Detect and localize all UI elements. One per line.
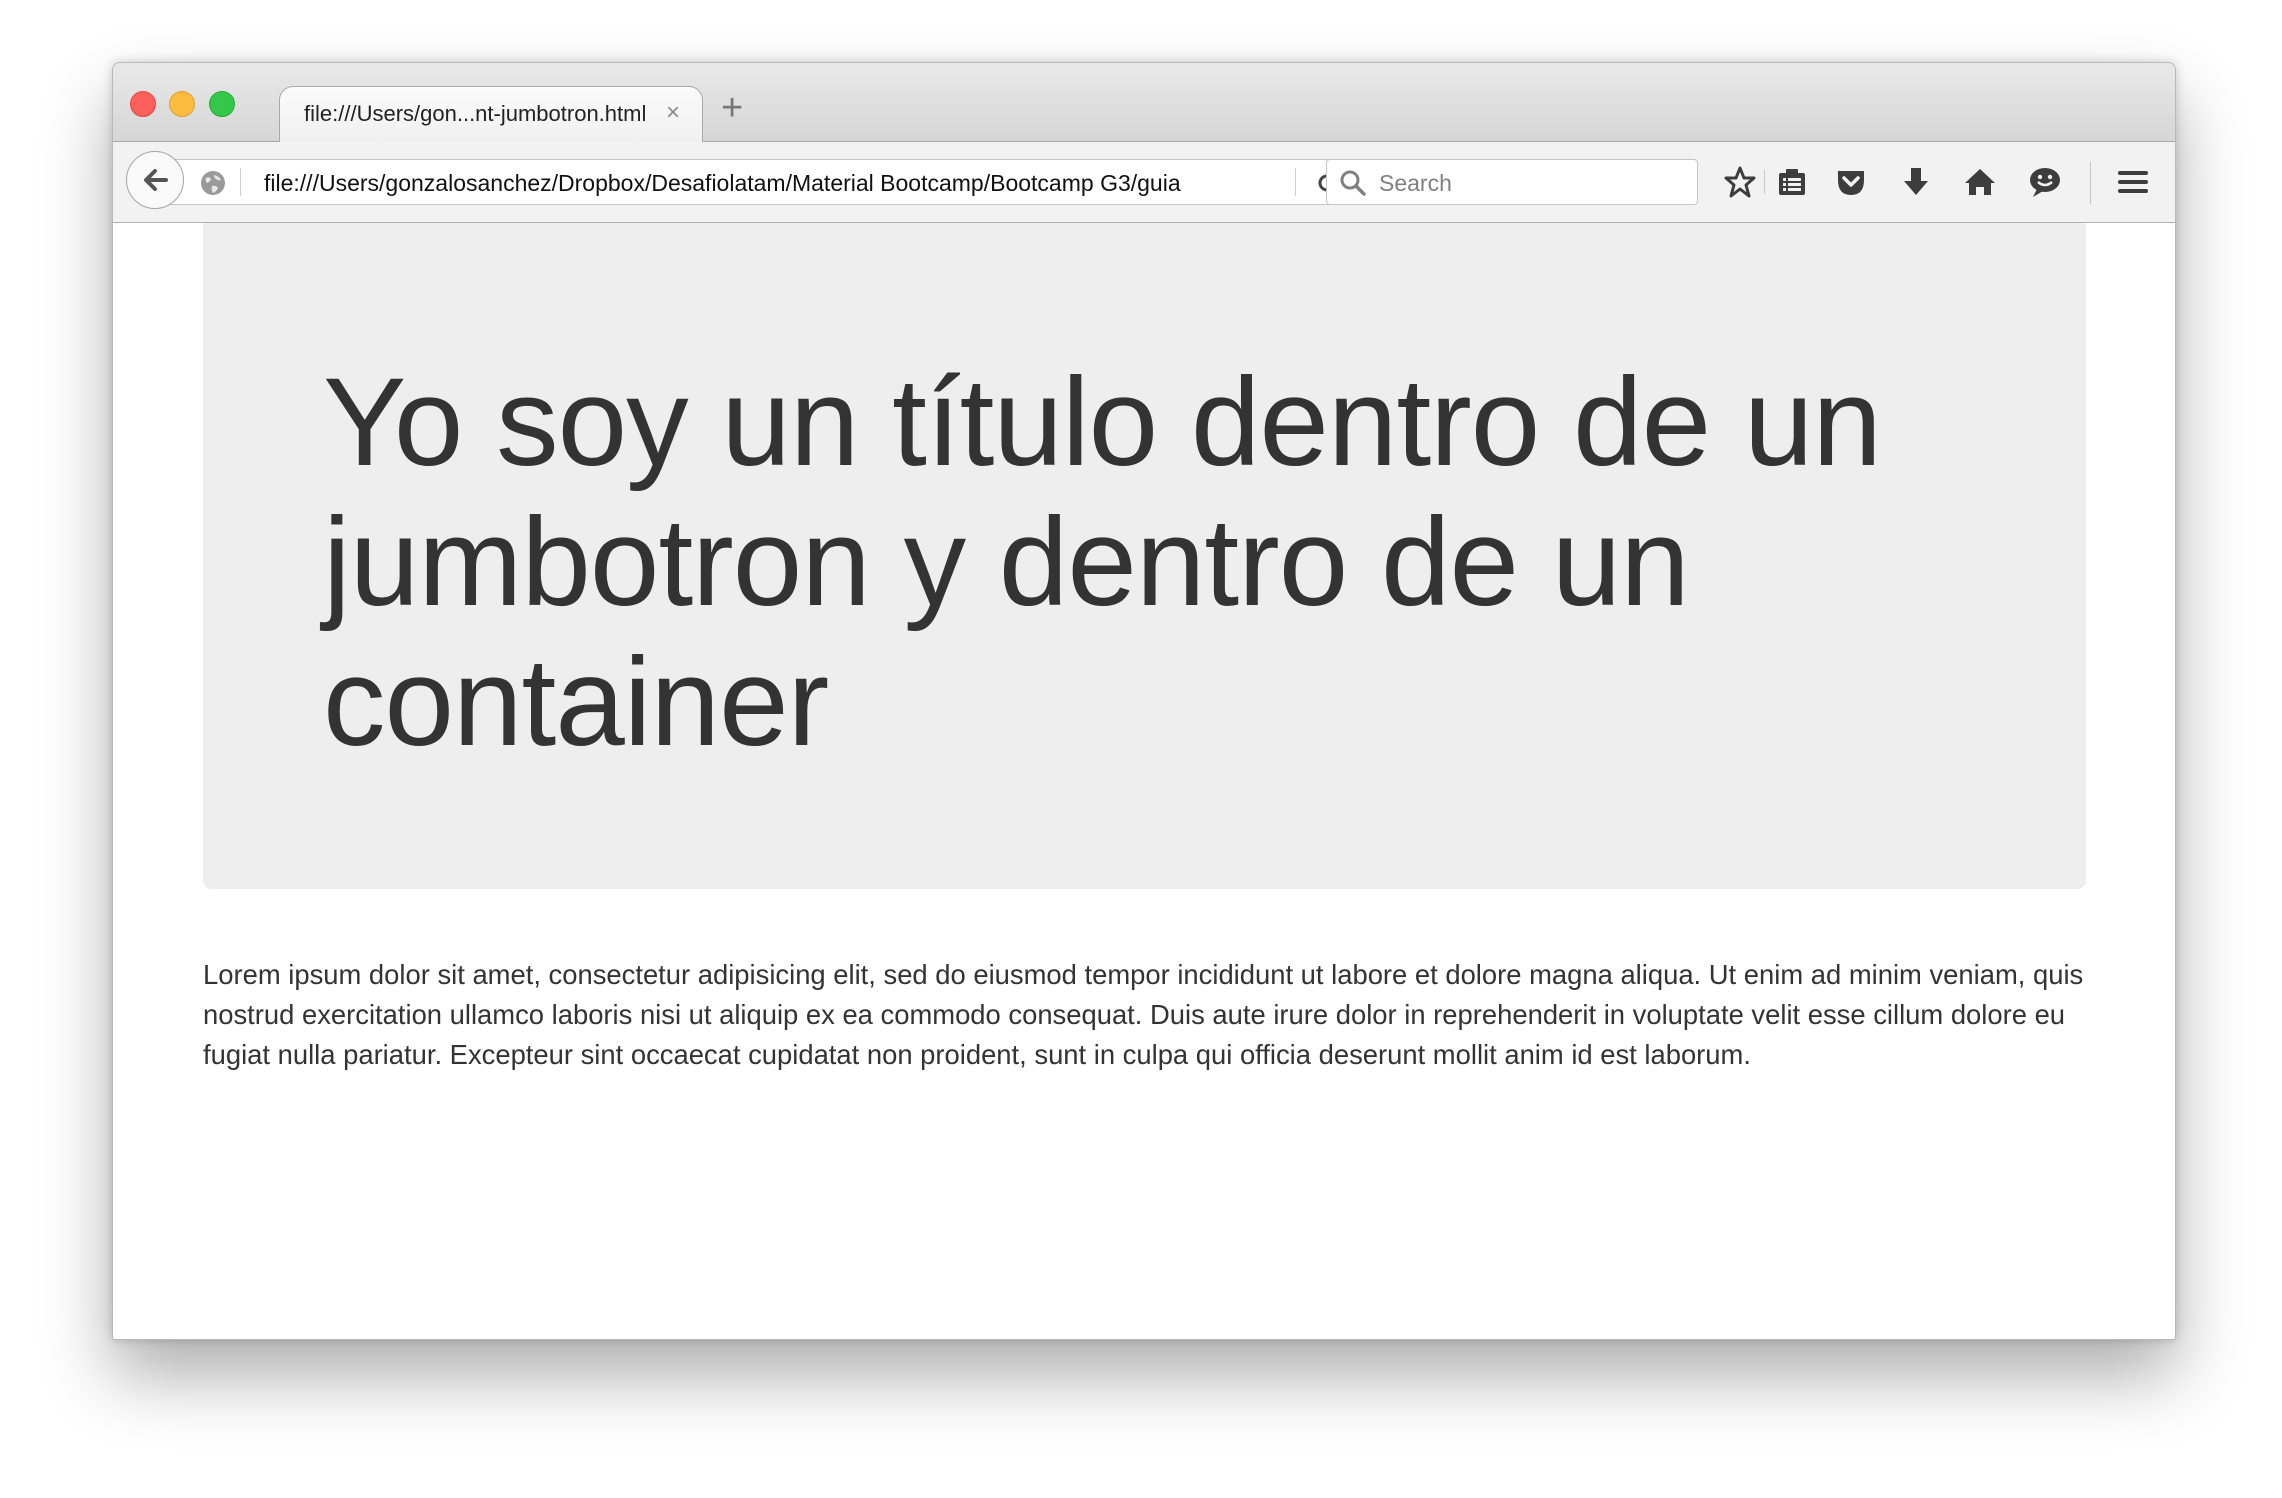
url-bar[interactable]: file:///Users/gonzalosanchez/Dropbox/Des… <box>165 159 1361 205</box>
search-icon <box>1339 169 1367 202</box>
bookmark-star-icon[interactable] <box>1723 165 1757 204</box>
url-separator <box>240 168 241 196</box>
search-input[interactable]: Search <box>1379 170 1452 197</box>
globe-icon <box>199 169 227 202</box>
tab-title: file:///Users/gon...nt-jumbotron.html <box>304 101 647 126</box>
minimize-window-button[interactable] <box>169 91 195 117</box>
toolbar-separator <box>1764 170 1765 194</box>
maximize-window-button[interactable] <box>209 91 235 117</box>
toolbar-separator <box>2090 162 2091 204</box>
body-paragraph: Lorem ipsum dolor sit amet, consectetur … <box>203 959 2084 1070</box>
back-arrow-icon <box>144 169 168 191</box>
browser-window: file:///Users/gon...nt-jumbotron.html × … <box>112 62 2176 1340</box>
hamburger-menu-icon[interactable] <box>2116 165 2150 204</box>
tab-active[interactable]: file:///Users/gon...nt-jumbotron.html × <box>279 86 703 142</box>
url-separator <box>1295 168 1296 196</box>
tab-bar: file:///Users/gon...nt-jumbotron.html × … <box>113 63 2175 142</box>
url-text[interactable]: file:///Users/gonzalosanchez/Dropbox/Des… <box>264 170 1181 197</box>
jumbotron-title: Yo soy un título dentro de un jumbotron … <box>323 353 1882 772</box>
download-icon[interactable] <box>1899 165 1933 204</box>
search-box[interactable]: Search <box>1326 159 1698 205</box>
home-icon[interactable] <box>1963 165 1997 204</box>
jumbotron: Yo soy un título dentro de un jumbotron … <box>203 223 2086 889</box>
close-window-button[interactable] <box>130 91 156 117</box>
back-button[interactable] <box>126 151 184 209</box>
tab-close-icon[interactable]: × <box>666 99 680 127</box>
pocket-icon[interactable] <box>1834 165 1868 204</box>
new-tab-button[interactable]: + <box>721 89 743 127</box>
page-content: Yo soy un título dentro de un jumbotron … <box>113 223 2175 1339</box>
chat-icon[interactable] <box>2027 165 2063 204</box>
reading-list-icon[interactable] <box>1775 165 1809 204</box>
navigation-toolbar: file:///Users/gonzalosanchez/Dropbox/Des… <box>113 142 2175 223</box>
